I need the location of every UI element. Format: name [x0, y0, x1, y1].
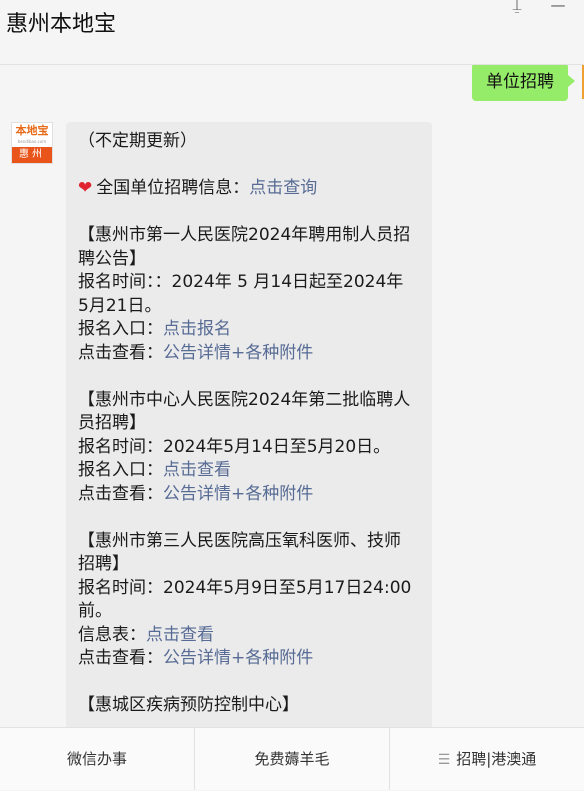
job-time-line: 前。 [78, 601, 112, 621]
job-title-line: 【惠城区疾病预防控制中心】 [78, 695, 299, 715]
menu-icon: ☰ [437, 752, 451, 768]
job-time-line: 5月21日。 [78, 295, 162, 316]
job-title-line: 招聘】 [78, 554, 129, 574]
job-link-label: 点击查看： [78, 483, 163, 504]
message-intro: （不定期更新） [78, 131, 197, 151]
job-link[interactable]: 公告详情+各种附件 [163, 648, 313, 668]
title-bar: 惠州本地宝 ⍊ — [0, 0, 584, 65]
minimize-icon[interactable]: — [547, 0, 569, 14]
job-title-line: 聘公告】 [78, 248, 146, 269]
pin-icon[interactable]: ⍊ [506, 0, 528, 14]
job-link-row: 报名入口：点击查看 [78, 459, 420, 483]
avatar-city: 惠州 [12, 147, 52, 163]
job-title-line: 【惠州市第三人民医院高压氧科医师、技师 [78, 530, 401, 551]
menu-tab-jobs-hkmo[interactable]: ☰ 招聘|港澳通 [390, 728, 584, 790]
job-list: 【惠州市第一人民医院2024年聘用制人员招 聘公告】报名时间：：2024年 5 月… [78, 224, 420, 718]
job-link-row: 点击查看：公告详情+各种附件 [78, 342, 420, 366]
job-link-row: 信息表：点击查看 [78, 624, 420, 648]
avatar-brand: 本地宝 [15, 124, 49, 137]
job-link-label: 报名入口： [78, 319, 163, 339]
national-label: 全国单位招聘信息： [96, 178, 250, 198]
outgoing-message[interactable]: 单位招聘 [472, 65, 575, 101]
job-link-label: 信息表： [78, 624, 146, 645]
job-time-line: 报名时间：：2024年 5 月14日起至2024年 [78, 272, 404, 292]
job-time-line: 报名时间：2024年5月14日至5月20日。 [78, 436, 391, 457]
job-link-row: 点击查看：公告详情+各种附件 [78, 483, 420, 507]
heart-icon: ❤ [78, 178, 93, 198]
chat-title: 惠州本地宝 [6, 12, 117, 37]
job-link[interactable]: 点击查看 [146, 625, 214, 645]
menu-tab-wechat-services[interactable]: 微信办事 [0, 728, 195, 790]
job-title-line: 【惠州市中心人民医院2024年第二批临聘人 [78, 389, 411, 410]
incoming-message: （不定期更新） ❤ 全国单位招聘信息：点击查询 【惠州市第一人民医院2024年聘用… [66, 122, 432, 727]
menu-tab-free-deals[interactable]: 免费薅羊毛 [195, 728, 390, 790]
job-title-line: 【惠州市第一人民医院2024年聘用制人员招 [78, 225, 411, 245]
job-link-label: 点击查看： [78, 342, 163, 363]
national-line: ❤ 全国单位招聘信息：点击查询 [78, 177, 420, 201]
avatar[interactable]: 本地宝 bendibao.com 惠州 [11, 122, 53, 164]
bottom-menu: 微信办事 免费薅羊毛 ☰ 招聘|港澳通 [0, 727, 584, 790]
job-link-row: 报名入口：点击报名 [78, 318, 420, 342]
job-link[interactable]: 公告详情+各种附件 [163, 484, 313, 504]
job-link-row: 点击查看：公告详情+各种附件 [78, 647, 420, 671]
job-time-line: 报名时间：2024年5月9日至5月17日24:00 [78, 577, 412, 598]
job-link-label: 点击查看： [78, 648, 163, 668]
job-link-label: 报名入口： [78, 460, 163, 480]
chat-area[interactable]: 单位招聘 本地宝 bendibao.com 惠州 （不定期更新） ❤ 全国单位招聘… [0, 65, 584, 727]
national-link[interactable]: 点击查询 [249, 178, 317, 198]
job-link[interactable]: 点击报名 [163, 319, 231, 339]
job-title-line: 员招聘】 [78, 413, 146, 433]
job-link[interactable]: 公告详情+各种附件 [163, 343, 313, 363]
avatar-url: bendibao.com [17, 139, 47, 144]
job-link[interactable]: 点击查看 [163, 460, 231, 480]
